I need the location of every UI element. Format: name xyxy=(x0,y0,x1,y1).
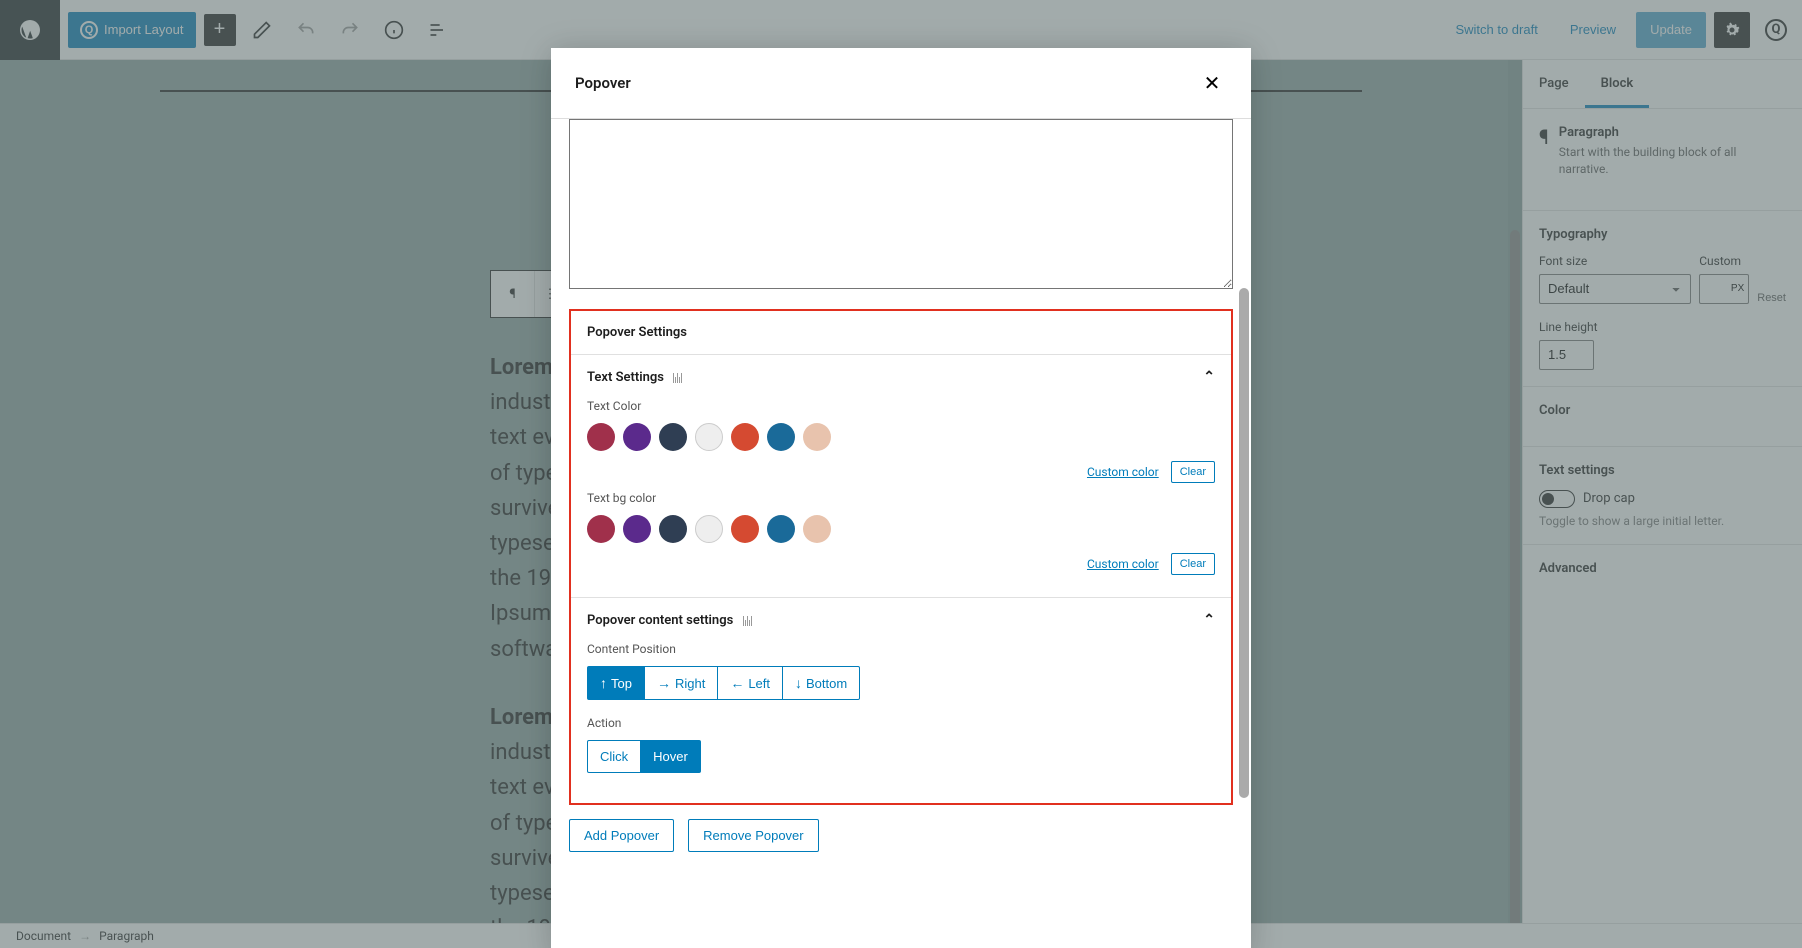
chevron-up-icon: ⌃ xyxy=(1203,612,1215,628)
action-label: Action xyxy=(587,716,1215,730)
arrow-down-icon: ↓ xyxy=(795,675,802,691)
content-position-label: Content Position xyxy=(587,642,1215,656)
popover-modal: Popover ✕ Popover Settings Text Settings xyxy=(551,48,1251,948)
arrow-left-icon: ← xyxy=(730,675,744,691)
clear-bg-color-button[interactable]: Clear xyxy=(1171,553,1215,575)
text-color-label: Text Color xyxy=(587,399,1215,413)
color-swatch[interactable] xyxy=(803,423,831,451)
chevron-up-icon: ⌃ xyxy=(1203,369,1215,385)
action-button-group: Click Hover xyxy=(587,740,1215,773)
remove-popover-button[interactable]: Remove Popover xyxy=(688,819,818,852)
color-swatch[interactable] xyxy=(695,515,723,543)
text-color-swatches xyxy=(587,423,1215,451)
color-swatch[interactable] xyxy=(659,515,687,543)
color-swatch[interactable] xyxy=(731,423,759,451)
text-settings-toggle[interactable]: Text Settings ⌃ xyxy=(587,369,1215,385)
modal-scrollbar[interactable] xyxy=(1237,48,1251,948)
highlighted-settings-region: Popover Settings Text Settings ⌃ Text Co… xyxy=(569,309,1233,805)
position-button-group: ↑Top →Right ←Left ↓Bottom xyxy=(587,666,1215,700)
color-swatch[interactable] xyxy=(695,423,723,451)
color-swatch[interactable] xyxy=(803,515,831,543)
modal-close-button[interactable]: ✕ xyxy=(1197,68,1227,98)
clear-color-button[interactable]: Clear xyxy=(1171,461,1215,483)
action-hover-button[interactable]: Hover xyxy=(640,740,701,773)
text-settings-label: Text Settings xyxy=(587,370,664,385)
popover-settings-header: Popover Settings xyxy=(571,311,1231,355)
modal-title: Popover xyxy=(575,74,631,92)
modal-overlay: Popover ✕ Popover Settings Text Settings xyxy=(0,0,1802,948)
color-swatch[interactable] xyxy=(731,515,759,543)
text-bg-color-label: Text bg color xyxy=(587,491,1215,505)
action-click-button[interactable]: Click xyxy=(587,740,641,773)
arrow-up-icon: ↑ xyxy=(600,675,607,691)
custom-color-link[interactable]: Custom color xyxy=(1087,465,1159,479)
position-bottom-button[interactable]: ↓Bottom xyxy=(782,666,860,700)
color-swatch[interactable] xyxy=(659,423,687,451)
color-swatch[interactable] xyxy=(587,515,615,543)
position-left-button[interactable]: ←Left xyxy=(717,666,783,700)
color-swatch[interactable] xyxy=(767,423,795,451)
add-popover-button[interactable]: Add Popover xyxy=(569,819,674,852)
popover-content-textarea[interactable] xyxy=(569,119,1233,289)
content-settings-label: Popover content settings xyxy=(587,613,733,628)
color-swatch[interactable] xyxy=(587,423,615,451)
content-settings-toggle[interactable]: Popover content settings ⌃ xyxy=(587,612,1215,628)
drag-indicator-icon xyxy=(743,615,757,625)
color-swatch[interactable] xyxy=(623,515,651,543)
custom-bg-color-link[interactable]: Custom color xyxy=(1087,557,1159,571)
color-swatch[interactable] xyxy=(767,515,795,543)
color-swatch[interactable] xyxy=(623,423,651,451)
position-top-button[interactable]: ↑Top xyxy=(587,666,645,700)
drag-indicator-icon xyxy=(673,372,687,382)
text-bg-swatches xyxy=(587,515,1215,543)
position-right-button[interactable]: →Right xyxy=(644,666,718,700)
arrow-right-icon: → xyxy=(657,675,671,691)
